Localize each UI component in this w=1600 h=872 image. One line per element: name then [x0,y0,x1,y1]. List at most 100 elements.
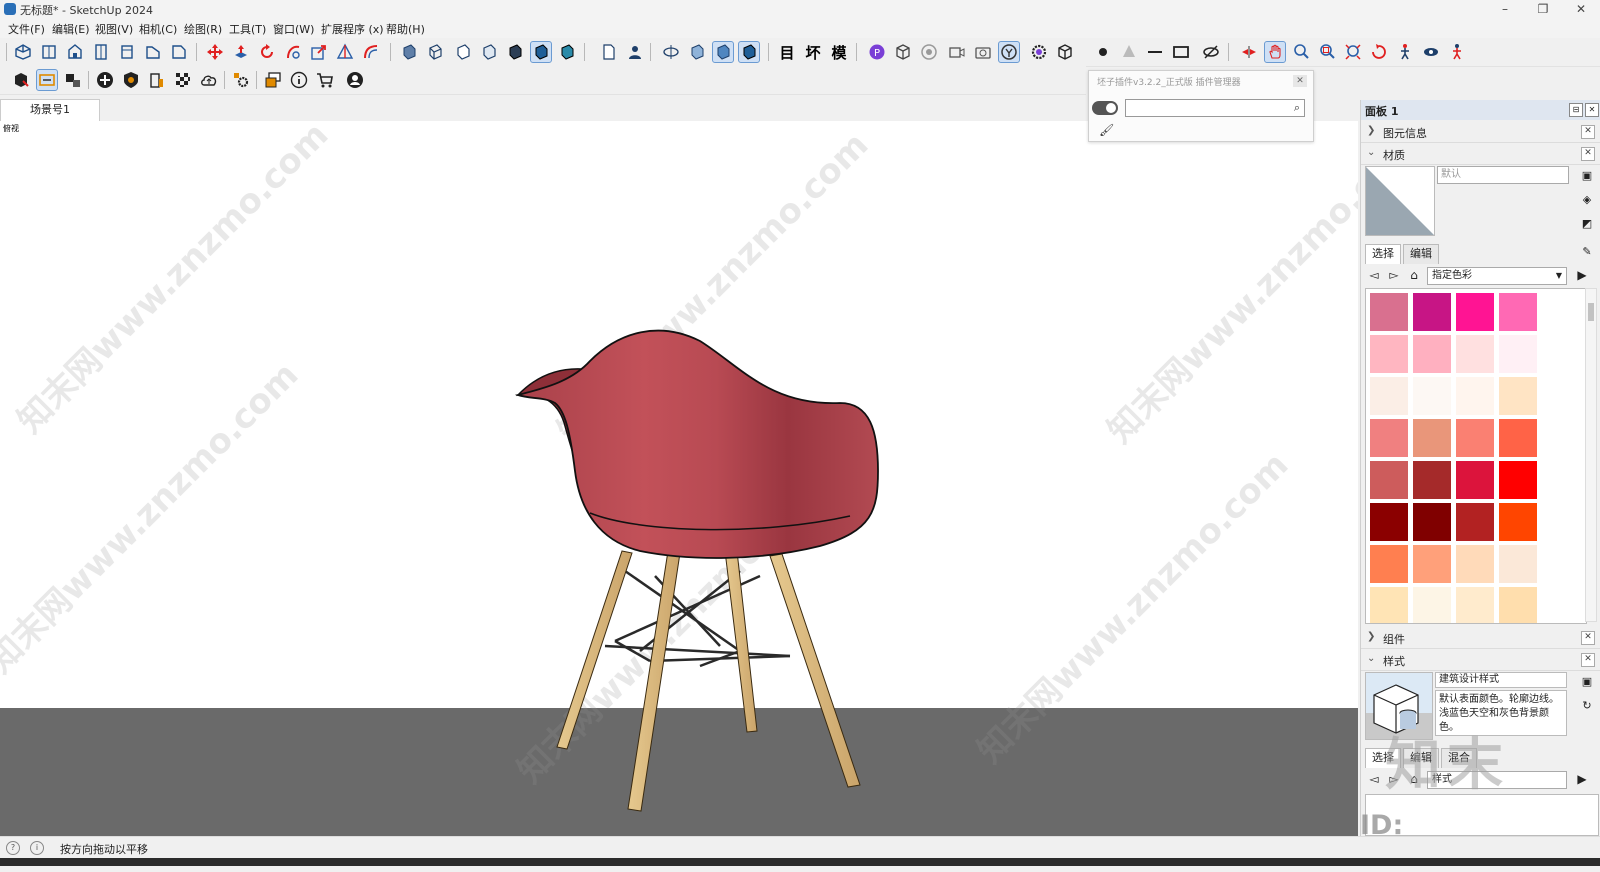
material-swatch[interactable] [1413,335,1451,373]
section-display-icon[interactable] [712,41,734,63]
section-cut-icon[interactable] [686,41,708,63]
menu-view[interactable]: 视图(V) [95,21,133,37]
material-swatch[interactable] [1499,293,1537,331]
previous-view-icon[interactable] [1368,41,1390,63]
sandbox-icon[interactable] [36,69,58,91]
rectangle-icon[interactable] [1170,41,1192,63]
update-style-icon[interactable]: ↻ [1579,698,1595,714]
forward-arrow-icon[interactable]: ▻ [1387,268,1401,282]
material-swatch[interactable] [1499,461,1537,499]
style-cube-icon[interactable] [556,41,578,63]
back-view-icon[interactable] [116,41,138,63]
material-swatch[interactable] [1370,587,1408,623]
menu-file[interactable]: 文件(F) [8,21,45,37]
geo-location-icon[interactable] [10,69,32,91]
section-fill-icon[interactable] [738,41,760,63]
top-view-icon[interactable] [38,41,60,63]
material-swatch[interactable] [1413,461,1451,499]
material-swatch[interactable] [1413,503,1451,541]
maximize-button[interactable]: ❐ [1528,0,1558,18]
material-swatch[interactable] [1370,335,1408,373]
close-icon[interactable]: ✕ [1581,631,1595,645]
tab-edit[interactable]: 编辑 [1403,244,1439,264]
shaded-icon[interactable] [478,41,500,63]
bottom-view-icon[interactable] [168,41,190,63]
right-view-icon[interactable] [90,41,112,63]
back-arrow-icon[interactable]: ◅ [1367,268,1381,282]
styles-section[interactable]: ⌄ 样式 ✕ [1361,650,1600,671]
wireframe-icon[interactable] [424,41,446,63]
material-swatch[interactable] [1370,419,1408,457]
close-icon[interactable]: ✕ [1581,147,1595,161]
zoom-icon[interactable] [1290,41,1312,63]
default-material-icon[interactable]: ◩ [1579,216,1595,232]
orbit-icon[interactable] [998,41,1020,63]
cart-icon[interactable] [314,69,336,91]
material-swatch[interactable] [1456,587,1494,623]
menu-draw[interactable]: 绘图(R) [184,21,222,37]
material-swatch[interactable] [1370,377,1408,415]
material-swatch[interactable] [1370,461,1408,499]
style-name-input[interactable]: 建筑设计样式 [1435,672,1567,688]
materials-section[interactable]: ⌄ 材质 ✕ [1361,144,1600,165]
tab-select[interactable]: 选择 [1365,244,1401,264]
look-around-icon[interactable] [1420,41,1442,63]
offset-icon[interactable] [360,41,382,63]
zoom-window-icon[interactable] [1316,41,1338,63]
component-cut-icon[interactable] [62,69,84,91]
close-icon[interactable]: ✕ [1581,125,1595,139]
material-swatch[interactable] [1413,587,1451,623]
account-icon[interactable] [344,69,366,91]
material-swatch[interactable] [1456,461,1494,499]
plugin-model-icon[interactable]: 模 [828,41,850,63]
create-style-icon[interactable]: ▣ [1579,674,1595,690]
components-icon[interactable] [892,41,914,63]
close-button[interactable]: ✕ [1566,0,1596,18]
push-pull-icon[interactable] [230,41,252,63]
xray-icon[interactable] [398,41,420,63]
menu-tools[interactable]: 工具(T) [229,21,266,37]
material-swatch[interactable] [1413,419,1451,457]
layers-icon[interactable] [262,69,284,91]
material-swatch[interactable] [1499,419,1537,457]
pan-hand-icon[interactable] [1264,41,1286,63]
material-swatch[interactable] [1456,503,1494,541]
home-icon[interactable]: ⌂ [1407,268,1421,282]
back-arrow-icon[interactable]: ◅ [1367,772,1381,786]
material-swatch[interactable] [1499,503,1537,541]
scrollbar-thumb[interactable] [1588,303,1594,321]
user-icon[interactable] [624,41,646,63]
front-view-icon[interactable] [64,41,86,63]
create-material-icon[interactable]: ▣ [1579,168,1595,184]
material-swatch[interactable] [1499,545,1537,583]
material-library-select[interactable]: 指定色彩 ▼ [1427,267,1567,285]
line-icon[interactable] [1144,41,1166,63]
close-icon[interactable]: ✕ [1293,75,1307,87]
point-icon[interactable] [1092,41,1114,63]
menu-window[interactable]: 窗口(W) [273,21,314,37]
cloud-upload-icon[interactable] [198,69,220,91]
pin-icon[interactable]: ⊟ [1569,103,1583,117]
material-swatch[interactable] [1456,293,1494,331]
plugin-env-icon[interactable]: 坏 [802,41,824,63]
close-icon[interactable]: ✕ [1585,103,1599,117]
info-status-icon[interactable]: i [30,841,44,855]
material-swatch[interactable] [1456,335,1494,373]
follow-me-icon[interactable] [282,41,304,63]
new-file-icon[interactable] [598,41,620,63]
hidden-line-icon[interactable] [452,41,474,63]
details-arrow-icon[interactable]: ▶ [1575,772,1589,786]
iso-view-icon[interactable] [12,41,34,63]
material-swatch[interactable] [1413,545,1451,583]
cone-icon[interactable] [1118,41,1140,63]
shaded-textures-icon[interactable] [504,41,526,63]
flip-icon[interactable] [334,41,356,63]
components-section[interactable]: ❯ 组件 ✕ [1361,628,1600,649]
rotate-icon[interactable] [256,41,278,63]
scene-tab[interactable]: 场景号1 [0,99,100,121]
details-arrow-icon[interactable]: ▶ [1575,268,1589,282]
plugin-p-icon[interactable]: P [866,41,888,63]
checker-icon[interactable] [172,69,194,91]
shield-icon[interactable] [120,69,142,91]
material-swatch[interactable] [1370,545,1408,583]
